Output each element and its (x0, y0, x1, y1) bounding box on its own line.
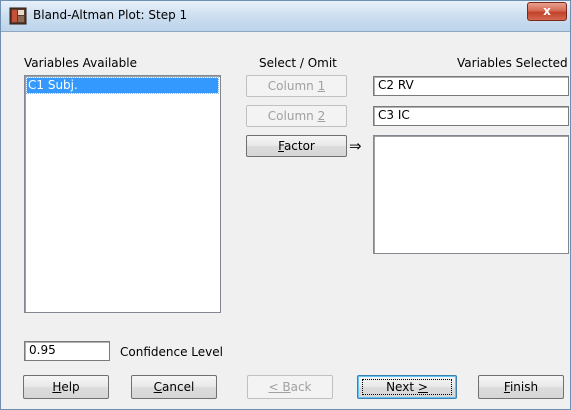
next-button[interactable]: Next > (357, 375, 457, 399)
list-item[interactable]: C1 Subj. (26, 77, 219, 94)
select-omit-label: Select / Omit (259, 56, 337, 70)
finish-button[interactable]: Finish (478, 375, 564, 399)
confidence-level-label: Confidence Level (120, 345, 223, 359)
variables-available-label: Variables Available (24, 56, 137, 70)
column-1-field[interactable]: C2 RV (373, 76, 569, 96)
column-2-button[interactable]: Column 2 (246, 105, 347, 127)
variables-available-list[interactable]: C1 Subj. (24, 75, 221, 313)
focus-rect (362, 379, 452, 395)
close-button[interactable]: x (527, 2, 567, 21)
app-icon (9, 7, 27, 25)
confidence-level-input[interactable]: 0.95 (24, 341, 110, 361)
help-button[interactable]: Help (23, 375, 109, 399)
cancel-button[interactable]: Cancel (131, 375, 217, 399)
column-2-field[interactable]: C3 IC (373, 106, 569, 126)
factor-button[interactable]: Factor (246, 135, 347, 157)
variables-selected-label: Variables Selected (457, 56, 568, 70)
close-icon: x (543, 4, 551, 18)
factor-list[interactable] (373, 135, 569, 254)
back-button[interactable]: < Back (247, 375, 333, 399)
arrow-right-icon: ⇒ (349, 137, 362, 155)
dialog-window: Bland-Altman Plot: Step 1 x Variables Av… (0, 0, 571, 410)
window-title: Bland-Altman Plot: Step 1 (33, 8, 188, 22)
title-bar[interactable]: Bland-Altman Plot: Step 1 x (1, 1, 570, 32)
column-1-button[interactable]: Column 1 (246, 75, 347, 97)
